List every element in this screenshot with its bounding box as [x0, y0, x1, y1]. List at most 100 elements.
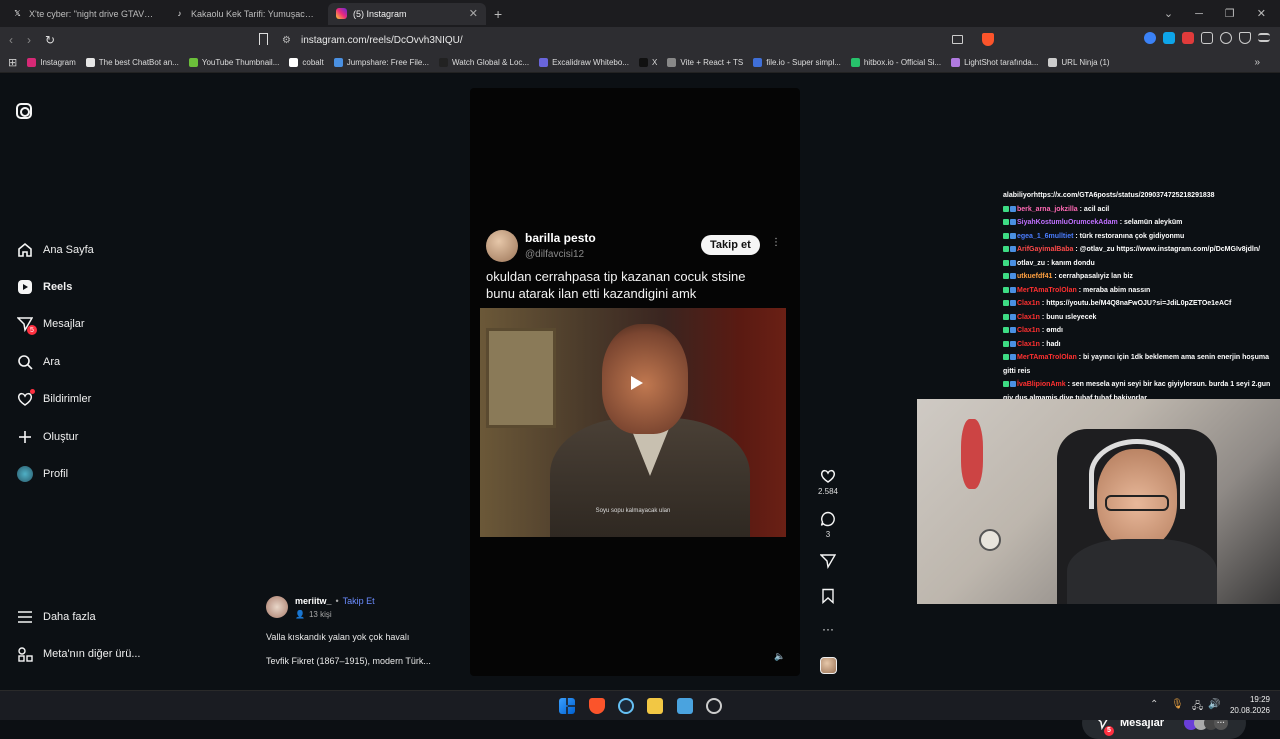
- like-button[interactable]: 2.584: [812, 468, 844, 496]
- window-controls: ⌄ ─ ❐ ✕: [1164, 0, 1280, 27]
- folder-icon[interactable]: [647, 698, 663, 714]
- apps-grid-icon[interactable]: ⊞: [8, 56, 17, 69]
- menu-icon[interactable]: [1258, 33, 1270, 42]
- red-extension-icon[interactable]: [1182, 32, 1194, 44]
- chat-username: Clax1n: [1017, 313, 1040, 321]
- author-name[interactable]: meriitw_: [295, 596, 332, 606]
- close-tab-icon[interactable]: ✕: [469, 7, 478, 20]
- people-icon: 👤: [295, 610, 305, 619]
- tab-title: (5) Instagram: [353, 8, 407, 19]
- audience-row: 👤 13 kişi: [295, 610, 332, 619]
- new-tab-button[interactable]: +: [494, 6, 502, 22]
- windows-start-icon[interactable]: [559, 698, 575, 714]
- bookmark-page-icon[interactable]: [259, 33, 268, 45]
- site-info-icon[interactable]: ⚙: [282, 35, 291, 46]
- comment-button[interactable]: 3: [812, 511, 844, 539]
- reload-icon[interactable]: ↻: [45, 33, 55, 47]
- chat-username: MerTAmaTrolOlan: [1017, 354, 1077, 361]
- mic-icon[interactable]: 🎙: [1171, 699, 1184, 710]
- steam-icon[interactable]: [618, 698, 634, 714]
- x-logo-icon: 𝕏: [14, 9, 21, 18]
- bookmark-item[interactable]: LightShot tarafında...: [951, 58, 1038, 67]
- sidebar-item-label: Ana Sayfa: [43, 243, 94, 256]
- restore-icon[interactable]: ❐: [1225, 7, 1235, 20]
- author-follow-link[interactable]: Takip Et: [343, 596, 375, 606]
- tweet-more-icon[interactable]: ⋮: [771, 237, 781, 248]
- bookmark-item[interactable]: X: [639, 58, 657, 67]
- bookmark-label: file.io - Super simpl...: [766, 58, 841, 67]
- tweet-follow-button[interactable]: Takip et: [701, 235, 760, 255]
- messages-fab-badge: 5: [1104, 725, 1114, 736]
- brave-taskbar-icon[interactable]: [589, 698, 605, 714]
- bookmark-item[interactable]: YouTube Thumbnail...: [188, 58, 279, 67]
- network-icon[interactable]: 🖧: [1192, 699, 1203, 716]
- mute-icon[interactable]: 🔈: [774, 651, 785, 662]
- bookmark-item[interactable]: URL Ninja (1): [1048, 58, 1110, 67]
- sidebar-more[interactable]: Daha fazla: [16, 608, 96, 625]
- cast-icon[interactable]: [952, 35, 963, 44]
- snip-icon[interactable]: [677, 698, 693, 714]
- sidebar-meta[interactable]: Meta'nın diğer ürü...: [16, 645, 141, 662]
- bookmark-item[interactable]: Excalidraw Whitebo...: [539, 58, 629, 67]
- chat-text: : bi yayıncı için 1dk beklemem ama senin…: [1076, 354, 1269, 361]
- bookmark-item[interactable]: hitbox.io - Official Si...: [850, 58, 941, 67]
- reel-video[interactable]: Soyu sopu kalmayacak ulan: [480, 308, 786, 537]
- share-icon[interactable]: [1220, 32, 1232, 44]
- more-options-icon[interactable]: ···: [812, 622, 844, 636]
- close-window-icon[interactable]: ✕: [1257, 7, 1266, 20]
- volume-icon[interactable]: 🔊: [1208, 699, 1220, 710]
- sidebar-item-create[interactable]: Oluştur: [16, 428, 78, 445]
- sound-extension-icon[interactable]: [1144, 32, 1156, 44]
- chat-badge-icon: [1003, 205, 1009, 212]
- instagram-page: Ana Sayfa Reels 5 Mesajlar Ara Bildiriml…: [0, 74, 1280, 739]
- chat-text: : meraba abim nassın: [1076, 286, 1151, 294]
- sidebar-item-notifications[interactable]: Bildirimler: [16, 389, 91, 407]
- app-icon[interactable]: [706, 698, 722, 714]
- url-field[interactable]: ⚙ instagram.com/reels/DcOvvh3NIQU/: [282, 31, 962, 49]
- caption-line2[interactable]: Tevfik Fikret (1867–1915), modern Türk..…: [266, 656, 431, 666]
- bookmark-item[interactable]: The best ChatBot an...: [85, 58, 179, 67]
- minimize-icon[interactable]: ─: [1195, 8, 1203, 20]
- bookmark-label: Vite + React + TS: [680, 58, 744, 67]
- vpn-shield-icon[interactable]: [1239, 32, 1251, 44]
- browser-tab-0[interactable]: 𝕏 X'te cyber: "night drive GTAVI look in: [4, 3, 162, 25]
- play-icon[interactable]: [626, 373, 646, 393]
- bookmark-favicon-icon: [539, 58, 549, 67]
- bookmark-item[interactable]: Vite + React + TS: [667, 58, 743, 67]
- chat-text: : ɵmdı: [1039, 327, 1063, 334]
- share-button[interactable]: [812, 553, 844, 572]
- tray-chevron-icon[interactable]: ⌃: [1150, 699, 1158, 710]
- sidebar-item-messages[interactable]: 5 Mesajlar: [16, 315, 85, 335]
- sidebar-item-search[interactable]: Ara: [16, 353, 60, 370]
- notification-dot: [30, 389, 35, 394]
- extensions-puzzle-icon[interactable]: [1201, 32, 1213, 44]
- bookmark-item[interactable]: Jumpshare: Free File...: [333, 58, 429, 67]
- bookmark-item[interactable]: cobalt: [289, 58, 324, 67]
- sidebar-item-home[interactable]: Ana Sayfa: [16, 241, 94, 258]
- wall-frame: [486, 328, 556, 428]
- bookmark-item[interactable]: file.io - Super simpl...: [753, 58, 841, 67]
- chat-text: : https://youtu.be/M4Q8naFwOJU?si=JdiL0p…: [1039, 300, 1232, 307]
- instagram-logo-icon[interactable]: [16, 103, 32, 119]
- blue-extension-icon[interactable]: [1163, 32, 1175, 44]
- audio-avatar[interactable]: [820, 657, 837, 674]
- sidebar-item-reels[interactable]: Reels: [16, 278, 72, 295]
- brave-shield-icon[interactable]: [982, 33, 994, 46]
- browser-tab-2[interactable]: (5) Instagram ✕: [328, 2, 486, 25]
- clock-area[interactable]: 19:29 20.08.2026: [1228, 694, 1270, 716]
- chat-username: Clax1n: [1017, 340, 1040, 348]
- tiktok-icon: ♪: [177, 9, 182, 18]
- browser-tab-1[interactable]: ♪ Kakaolu Kek Tarifi: Yumuşacık, Kolay: [166, 3, 324, 25]
- chat-badge-icon: [1010, 300, 1016, 307]
- back-icon[interactable]: ‹: [9, 33, 13, 47]
- tab-list-chevron-icon[interactable]: ⌄: [1164, 7, 1173, 20]
- bookmarks-overflow-icon[interactable]: »: [1254, 57, 1260, 68]
- bookmark-label: cobalt: [302, 58, 324, 67]
- forward-icon[interactable]: ›: [27, 33, 31, 47]
- bookmark-favicon-icon: [27, 58, 37, 67]
- save-button[interactable]: [812, 588, 844, 607]
- sidebar-item-profile[interactable]: Profil: [16, 465, 68, 482]
- author-avatar[interactable]: [266, 596, 288, 618]
- bookmark-item[interactable]: Instagram: [27, 58, 76, 67]
- bookmark-item[interactable]: Watch Global & Loc...: [439, 58, 529, 67]
